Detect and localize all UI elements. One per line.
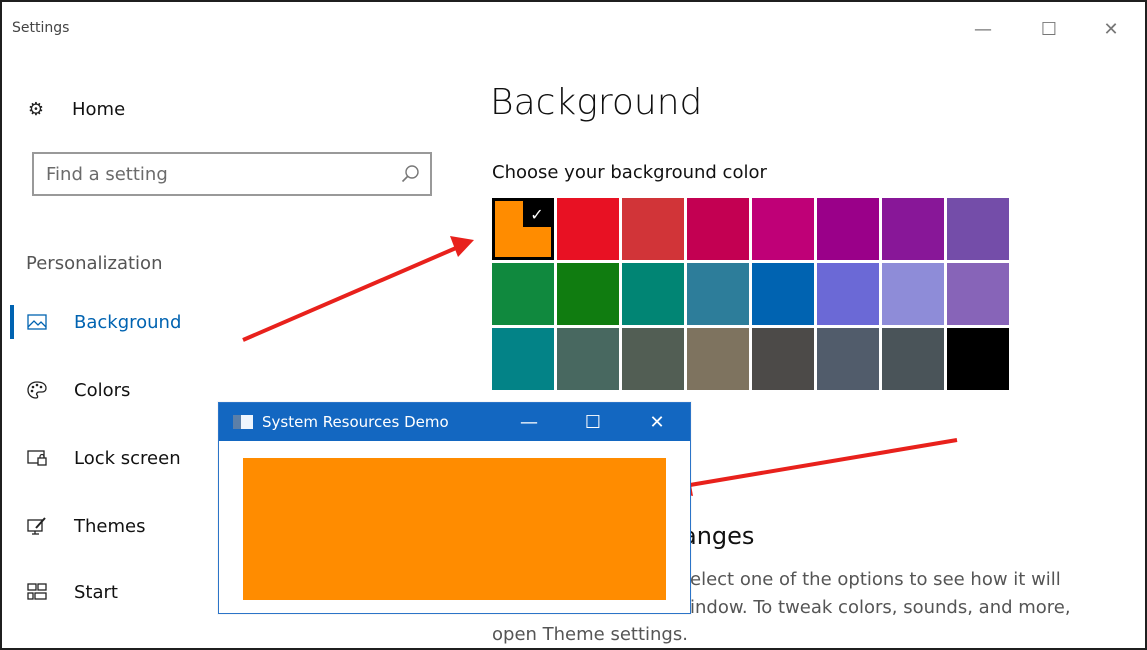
color-swatch[interactable] xyxy=(752,263,814,325)
demo-window-title: System Resources Demo xyxy=(262,413,449,431)
color-swatch[interactable] xyxy=(557,198,619,260)
home-nav-item[interactable]: ⚙ Home xyxy=(26,94,125,124)
search-input[interactable] xyxy=(46,162,391,186)
color-picker-heading: Choose your background color xyxy=(492,162,767,183)
sidebar-item-label: Start xyxy=(74,581,118,603)
sidebar-item-themes[interactable]: Themes xyxy=(26,509,145,543)
lock-screen-icon xyxy=(26,449,48,467)
color-swatch[interactable] xyxy=(687,263,749,325)
color-swatch[interactable] xyxy=(882,263,944,325)
color-swatch[interactable] xyxy=(752,198,814,260)
checkmark-icon: ✓ xyxy=(523,201,551,227)
section-title-fragment: anges xyxy=(682,522,755,550)
theme-settings-text: open Theme settings. xyxy=(492,624,688,645)
color-swatch[interactable] xyxy=(882,328,944,390)
category-heading: Personalization xyxy=(26,253,163,274)
sidebar-item-label: Themes xyxy=(74,515,146,537)
close-button[interactable]: ✕ xyxy=(1092,14,1130,44)
color-swatch[interactable] xyxy=(947,328,1009,390)
color-swatch[interactable] xyxy=(882,198,944,260)
accent-color-rectangle xyxy=(243,458,666,600)
color-swatch[interactable] xyxy=(687,198,749,260)
search-box[interactable] xyxy=(32,152,432,196)
picture-icon xyxy=(26,314,48,330)
home-label: Home xyxy=(72,98,126,120)
app-window-icon xyxy=(233,415,253,429)
color-swatch[interactable] xyxy=(687,328,749,390)
gear-icon: ⚙ xyxy=(27,98,45,120)
color-swatch[interactable] xyxy=(492,263,554,325)
palette-icon xyxy=(26,380,48,400)
search-icon[interactable] xyxy=(400,164,420,184)
color-swatch[interactable] xyxy=(557,328,619,390)
color-swatch[interactable] xyxy=(492,328,554,390)
color-swatch[interactable] xyxy=(947,198,1009,260)
maximize-button[interactable]: ☐ xyxy=(1030,14,1068,44)
description-line-2: indow. To tweak colors, sounds, and more… xyxy=(690,597,1071,618)
start-tiles-icon xyxy=(26,583,48,601)
window-title: Settings xyxy=(12,20,70,36)
sidebar-item-label: Colors xyxy=(74,379,131,401)
page-title: Background xyxy=(490,82,703,123)
sidebar-item-label: Background xyxy=(74,311,182,333)
color-swatch[interactable] xyxy=(752,328,814,390)
sidebar-item-colors[interactable]: Colors xyxy=(26,373,130,407)
color-swatch[interactable] xyxy=(622,328,684,390)
system-resources-demo-window: System Resources Demo — ☐ ✕ xyxy=(218,402,691,614)
demo-titlebar[interactable]: System Resources Demo — ☐ ✕ xyxy=(219,403,690,441)
color-swatch[interactable] xyxy=(947,263,1009,325)
color-swatch[interactable] xyxy=(622,263,684,325)
sidebar-item-start[interactable]: Start xyxy=(26,575,118,609)
minimize-button[interactable]: — xyxy=(964,14,1002,44)
sidebar-item-background[interactable]: Background xyxy=(26,305,181,339)
sidebar-item-label: Lock screen xyxy=(74,447,181,469)
color-swatch[interactable] xyxy=(817,263,879,325)
color-swatch[interactable] xyxy=(817,328,879,390)
demo-close-button[interactable]: ✕ xyxy=(635,403,679,441)
sidebar-item-lock-screen[interactable]: Lock screen xyxy=(26,441,181,475)
color-swatch[interactable] xyxy=(557,263,619,325)
demo-maximize-button[interactable]: ☐ xyxy=(571,403,615,441)
color-swatch[interactable] xyxy=(817,198,879,260)
brush-icon xyxy=(26,516,48,536)
color-swatch[interactable]: ✓ xyxy=(492,198,554,260)
description-line-1: elect one of the options to see how it w… xyxy=(690,569,1061,590)
color-swatch[interactable] xyxy=(622,198,684,260)
active-indicator xyxy=(10,305,14,339)
demo-minimize-button[interactable]: — xyxy=(507,403,551,441)
